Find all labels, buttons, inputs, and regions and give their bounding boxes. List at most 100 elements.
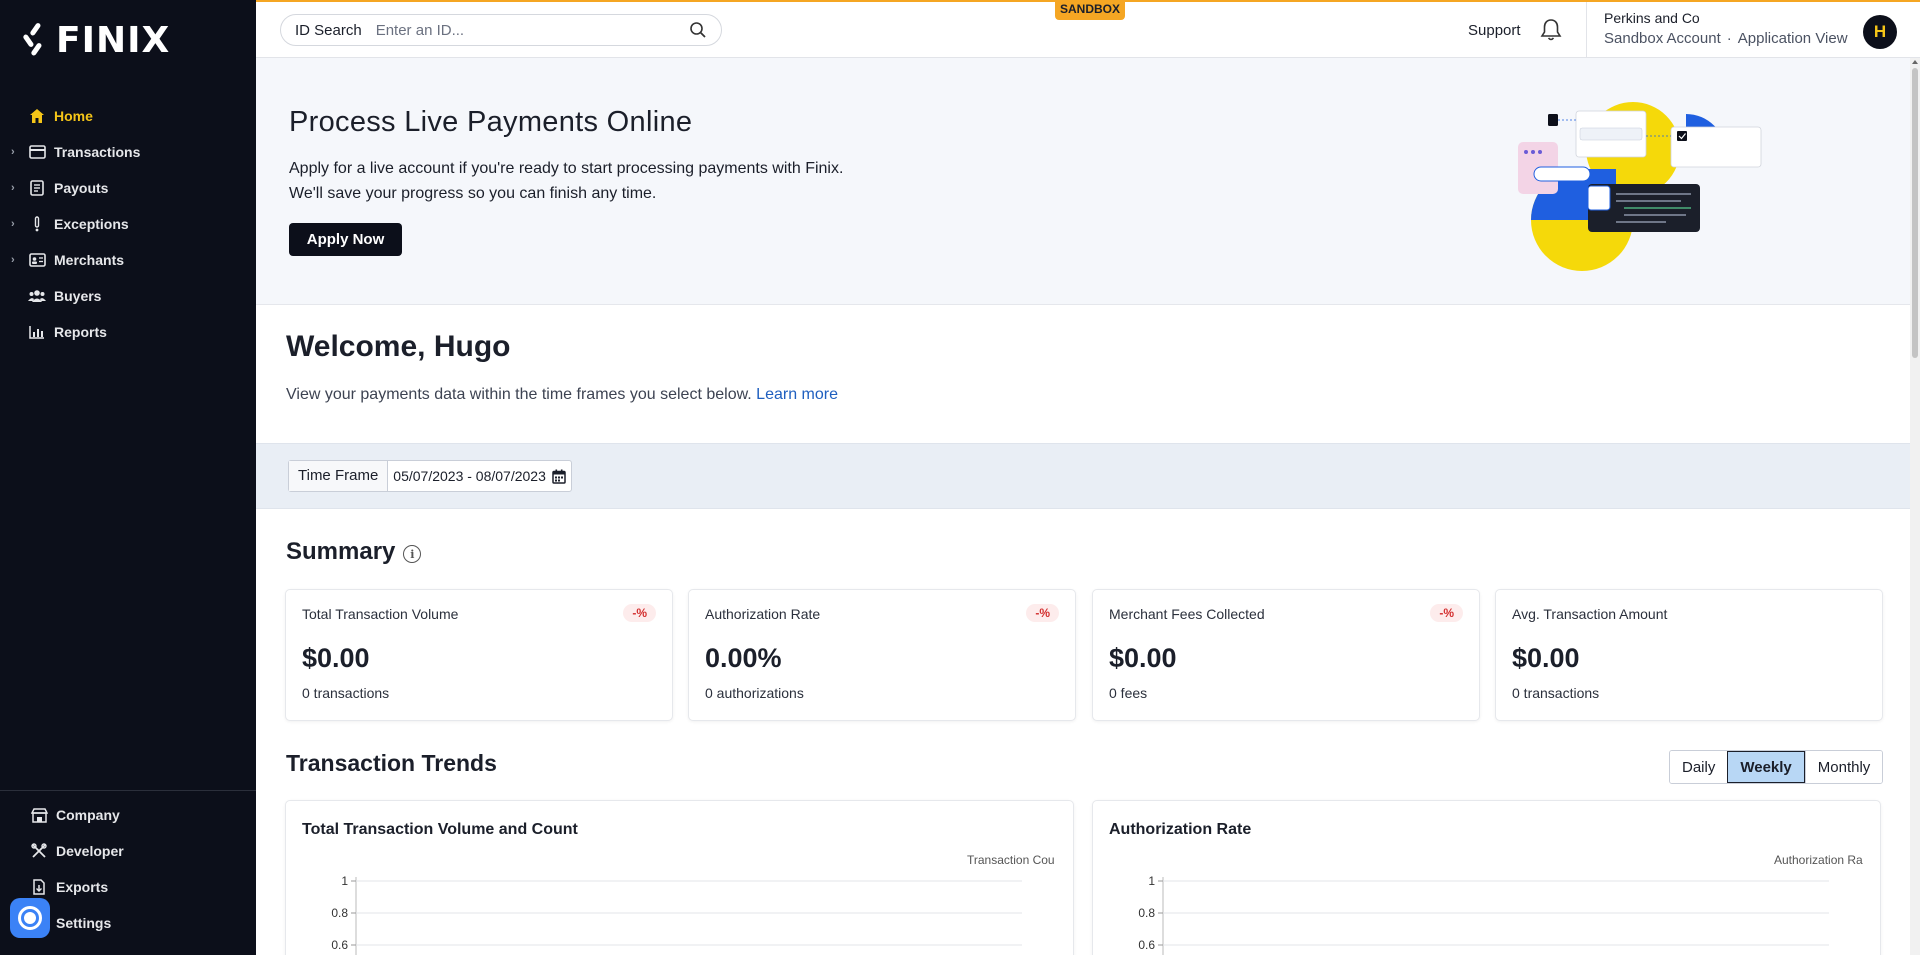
- y-tick-label: 0.6: [1138, 938, 1155, 952]
- card-subtext: 0 transactions: [1512, 685, 1600, 701]
- chart-legend[interactable]: Transaction Cou: [967, 853, 1059, 867]
- card-subtext: 0 transactions: [302, 685, 390, 701]
- learn-more-link[interactable]: Learn more: [756, 386, 838, 403]
- banner-title: Process Live Payments Online: [289, 106, 693, 138]
- payments-illustration: [1518, 102, 1762, 271]
- info-icon[interactable]: i: [403, 545, 422, 563]
- time-frame-label: Time Frame: [289, 461, 389, 491]
- id-search: ID Search: [280, 14, 722, 46]
- period-toggle: Daily Weekly Monthly: [1669, 750, 1884, 784]
- file-export-icon: [30, 878, 48, 896]
- main-content: Process Live Payments Online Apply for a…: [256, 58, 1910, 955]
- tools-icon: [30, 842, 48, 860]
- search-icon[interactable]: [689, 21, 707, 39]
- bell-icon[interactable]: [1538, 17, 1564, 43]
- building-icon: [30, 806, 48, 824]
- change-badge: -%: [1430, 604, 1463, 622]
- y-tick-label: 0.8: [1138, 906, 1155, 920]
- account-subtitle: Sandbox Account · Application View: [1604, 30, 1848, 47]
- sidebar-item-reports[interactable]: Reports: [0, 314, 256, 350]
- summary-card-authorization-rate: Authorization Rate -% 0.00% 0 authorizat…: [688, 589, 1076, 721]
- calendar-icon[interactable]: [552, 469, 566, 484]
- y-tick-label: 0.6: [331, 938, 348, 952]
- sidebar-item-developer[interactable]: Developer: [0, 833, 256, 869]
- sidebar-item-buyers[interactable]: Buyers: [0, 278, 256, 314]
- finix-logo[interactable]: FINIX: [20, 19, 171, 61]
- sidebar-item-transactions[interactable]: › Transactions: [0, 134, 256, 170]
- sidebar-item-label: Merchants: [54, 252, 125, 268]
- time-frame-bar: Time Frame 05/07/2023 - 08/07/2023: [256, 443, 1910, 509]
- application-view-link[interactable]: Application View: [1738, 30, 1848, 47]
- date-range-input[interactable]: 05/07/2023 - 08/07/2023: [388, 461, 571, 491]
- date-range-value: 05/07/2023 - 08/07/2023: [393, 468, 546, 484]
- brand-name: FINIX: [56, 19, 171, 61]
- top-bar: ID Search SANDBOX Support Perkins and Co…: [256, 0, 1920, 58]
- card-value: $0.00: [1109, 643, 1177, 673]
- summary-card-volume: Total Transaction Volume -% $0.00 0 tran…: [285, 589, 673, 721]
- apply-now-button[interactable]: Apply Now: [289, 223, 402, 256]
- summary-card-merchant-fees: Merchant Fees Collected -% $0.00 0 fees: [1092, 589, 1480, 721]
- y-tick-label: 1: [341, 874, 348, 888]
- banner-text: Apply for a live account if you're ready…: [289, 160, 844, 202]
- scrollbar-thumb[interactable]: [1912, 68, 1918, 358]
- sidebar-item-label: Exports: [56, 879, 109, 895]
- sidebar-item-label: Exceptions: [54, 216, 129, 232]
- sidebar-item-label: Settings: [56, 915, 112, 931]
- card-label: Total Transaction Volume: [302, 606, 459, 622]
- chevron-right-icon[interactable]: ›: [11, 218, 18, 230]
- card-value: $0.00: [302, 643, 370, 673]
- card-label: Merchant Fees Collected: [1109, 606, 1265, 622]
- sidebar-item-company[interactable]: Company: [0, 797, 256, 833]
- sidebar-item-exceptions[interactable]: › Exceptions: [0, 206, 256, 242]
- account-type: Sandbox Account: [1604, 30, 1721, 47]
- chart-title: Total Transaction Volume and Count: [302, 821, 578, 838]
- period-weekly-button[interactable]: Weekly: [1727, 751, 1805, 783]
- y-tick-label: 0.8: [331, 906, 348, 920]
- chart-plot: 1 0.8 0.6: [331, 874, 1022, 955]
- chart-card-volume: Total Transaction Volume and Count Trans…: [285, 800, 1074, 955]
- account-switcher[interactable]: Perkins and Co Sandbox Account · Applicati…: [1604, 10, 1848, 47]
- sidebar-nav: Home › Transactions › Payouts › Exceptio…: [0, 98, 256, 350]
- live-payments-banner: Process Live Payments Online Apply for a…: [256, 58, 1910, 305]
- card-label: Authorization Rate: [705, 606, 821, 622]
- card-value: $0.00: [1512, 643, 1580, 673]
- ledger-icon: [28, 179, 46, 197]
- card-value: 0.00%: [705, 643, 782, 673]
- sidebar-item-payouts[interactable]: › Payouts: [0, 170, 256, 206]
- card-subtext: 0 authorizations: [705, 685, 804, 701]
- card-label: Avg. Transaction Amount: [1512, 606, 1668, 622]
- period-monthly-button[interactable]: Monthly: [1804, 751, 1883, 783]
- sidebar: FINIX Home › Transactions › Payouts › Ex…: [0, 0, 256, 955]
- change-badge: -%: [1026, 604, 1059, 622]
- divider: [1586, 2, 1587, 58]
- chart-title: Authorization Rate: [1109, 821, 1252, 838]
- summary-heading: Summary i: [286, 538, 422, 566]
- page-scrollbar[interactable]: [1910, 58, 1920, 955]
- sidebar-item-label: Payouts: [54, 180, 109, 196]
- search-label: ID Search: [295, 21, 362, 39]
- sidebar-item-merchants[interactable]: › Merchants: [0, 242, 256, 278]
- chart-plot: 1 0.8 0.6: [1138, 874, 1829, 955]
- sidebar-item-label: Company: [56, 807, 120, 823]
- sidebar-item-label: Transactions: [54, 144, 141, 160]
- card-subtext: 0 fees: [1109, 685, 1148, 701]
- help-chat-button[interactable]: [10, 898, 50, 938]
- bar-chart-icon: [28, 323, 46, 341]
- account-name: Perkins and Co: [1604, 10, 1700, 26]
- id-card-icon: [28, 251, 46, 269]
- sidebar-item-home[interactable]: Home: [0, 98, 256, 134]
- chevron-right-icon[interactable]: ›: [11, 254, 18, 266]
- period-daily-button[interactable]: Daily: [1670, 751, 1728, 783]
- search-input[interactable]: [375, 21, 689, 39]
- chat-icon: [18, 906, 42, 930]
- sidebar-item-label: Reports: [54, 324, 107, 340]
- transaction-trends-title: Transaction Trends: [286, 750, 497, 776]
- support-link[interactable]: Support: [1468, 22, 1521, 39]
- avatar[interactable]: H: [1863, 15, 1897, 49]
- chevron-right-icon[interactable]: ›: [11, 182, 18, 194]
- chevron-right-icon[interactable]: ›: [11, 146, 18, 158]
- welcome-text: View your payments data within the time …: [286, 386, 838, 404]
- chart-legend[interactable]: Authorization Ra: [1774, 853, 1866, 867]
- scroll-up-arrow-icon[interactable]: [1912, 58, 1918, 66]
- time-frame-picker[interactable]: Time Frame 05/07/2023 - 08/07/2023: [288, 460, 572, 492]
